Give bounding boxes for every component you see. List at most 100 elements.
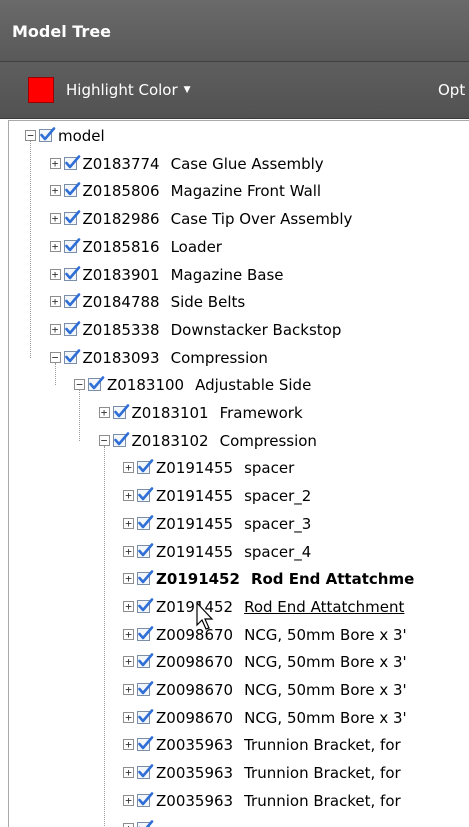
node-part-number: Z0185338 — [82, 320, 160, 339]
node-name: Rod End Attatchment — [244, 597, 405, 616]
node-part-number: Z0191452 — [156, 597, 234, 616]
expand-toggle-icon[interactable]: + — [49, 323, 61, 335]
expand-toggle-icon[interactable]: + — [123, 822, 134, 827]
visibility-checkbox-icon[interactable] — [63, 320, 81, 338]
visibility-checkbox-icon[interactable] — [136, 458, 154, 476]
expand-toggle-icon[interactable]: + — [123, 767, 134, 779]
node-name: Magazine Base — [170, 265, 284, 284]
visibility-checkbox-icon[interactable] — [136, 652, 154, 670]
tree-node-label: Z0098670 NCG, 50mm Bore x 3' — [156, 649, 407, 676]
tree-node-label: Z0035963 Trunnion Bracket, for — [156, 732, 401, 759]
expand-toggle-icon[interactable]: + — [123, 600, 134, 612]
visibility-checkbox-icon[interactable] — [63, 292, 81, 310]
visibility-checkbox-icon[interactable] — [136, 569, 154, 587]
visibility-checkbox-icon[interactable] — [63, 237, 81, 255]
expand-toggle-icon[interactable]: + — [123, 517, 134, 529]
tree-node-label: Z0035963 Trunnion Bracket, for — [156, 760, 401, 787]
highlight-color-label: Highlight Color — [66, 81, 178, 99]
tree-node-label: model — [58, 123, 105, 150]
expand-toggle-icon[interactable]: + — [123, 628, 134, 640]
expand-toggle-icon[interactable]: + — [49, 240, 61, 252]
tree-node-label: Z0191455 spacer_4 — [156, 539, 311, 566]
tree-node-label: Z0185816 Loader — [83, 234, 222, 261]
visibility-checkbox-icon[interactable] — [63, 265, 81, 283]
tree-node-label: Z0191452 Rod End Attatchme — [156, 566, 414, 593]
node-part-number: Z0184788 — [82, 293, 160, 312]
visibility-checkbox-icon[interactable] — [136, 486, 154, 504]
visibility-checkbox-icon[interactable] — [136, 708, 154, 726]
node-part-number: Z0183901 — [82, 265, 160, 284]
tree-node-label: Z0183101 Framework — [132, 400, 303, 427]
expand-toggle-icon[interactable]: + — [49, 213, 61, 225]
expand-toggle-icon[interactable]: + — [98, 407, 110, 418]
node-name: spacer — [244, 459, 295, 478]
tree-node-label: Z0182986 Case Tip Over Assembly — [83, 206, 353, 233]
model-tree-panel: Model Tree Highlight Color ▼ Opt − model +… — [0, 0, 469, 827]
collapse-toggle-icon[interactable]: − — [98, 434, 110, 446]
expand-toggle-icon[interactable]: + — [123, 573, 134, 585]
node-part-number: Z0035963 — [156, 736, 234, 755]
node-part-number: Z0183102 — [131, 431, 209, 450]
collapse-toggle-icon[interactable]: − — [74, 379, 85, 391]
visibility-checkbox-icon[interactable] — [63, 209, 81, 227]
node-name: Downstacker Backstop — [170, 320, 342, 339]
highlight-color-swatch — [28, 77, 54, 103]
node-name: Case Tip Over Assembly — [170, 210, 353, 229]
visibility-checkbox-icon[interactable] — [87, 375, 105, 393]
tree-node-label: Z0098670 NCG, 50mm Bore x 3' — [156, 622, 407, 649]
expand-toggle-icon[interactable]: + — [123, 462, 134, 474]
node-name: Trunnion Bracket, for — [244, 736, 401, 755]
node-name: NCG, 50mm Bore x 3' — [244, 681, 407, 699]
expand-toggle-icon[interactable]: + — [123, 656, 134, 668]
dropdown-arrow-icon: ▼ — [183, 85, 191, 95]
node-part-number: Z0185806 — [82, 182, 160, 201]
node-part-number: Z0035963 — [156, 791, 234, 810]
node-part-number: Z0191455 — [156, 514, 234, 533]
expand-toggle-icon[interactable]: + — [123, 684, 134, 695]
model-tree[interactable]: − model + Z0183774 Case Glue Assembly + Z01858… — [8, 120, 469, 827]
collapse-toggle-icon[interactable]: − — [25, 130, 36, 141]
panel-title: Model Tree — [12, 22, 112, 41]
expand-toggle-icon[interactable]: + — [123, 739, 134, 751]
visibility-checkbox-icon[interactable] — [136, 597, 154, 615]
visibility-checkbox-icon[interactable] — [38, 126, 56, 144]
visibility-checkbox-icon[interactable] — [112, 431, 130, 449]
visibility-checkbox-icon[interactable] — [136, 791, 154, 809]
options-button[interactable]: Opt — [438, 81, 465, 99]
node-part-number: Z0185816 — [82, 237, 160, 256]
node-name: Rod End Attatchme — [250, 570, 415, 589]
node-part-number: Z0183774 — [82, 154, 160, 173]
expand-toggle-icon[interactable]: + — [123, 711, 134, 723]
visibility-checkbox-icon[interactable] — [136, 763, 154, 781]
expand-toggle-icon[interactable]: + — [123, 794, 134, 806]
node-part-number: Z0191455 — [156, 487, 234, 506]
node-name: spacer_4 — [244, 542, 312, 561]
panel-toolbar: Highlight Color ▼ Opt — [0, 62, 469, 119]
expand-toggle-icon[interactable]: + — [49, 268, 61, 280]
tree-node-label: Z0183093 Compression — [83, 345, 268, 372]
expand-toggle-icon[interactable]: + — [49, 296, 61, 308]
node-part-number: Z0183100 — [107, 376, 185, 395]
node-name: Trunnion Bracket, for — [244, 791, 401, 810]
visibility-checkbox-icon[interactable] — [136, 680, 154, 698]
expand-toggle-icon[interactable]: + — [123, 545, 134, 557]
tree-node-label: Z0191455 spacer — [156, 455, 294, 482]
tree-node-label: Z0191455 spacer_2 — [156, 483, 311, 510]
expand-toggle-icon[interactable]: + — [123, 490, 134, 502]
tree-guide-line — [79, 390, 80, 441]
visibility-checkbox-icon[interactable] — [63, 154, 81, 172]
visibility-checkbox-icon[interactable] — [63, 181, 81, 199]
visibility-checkbox-icon[interactable] — [112, 403, 130, 421]
node-name: Case Glue Assembly — [170, 154, 324, 173]
expand-toggle-icon[interactable]: + — [49, 157, 61, 169]
visibility-checkbox-icon[interactable] — [136, 625, 154, 643]
visibility-checkbox-icon[interactable] — [136, 819, 154, 827]
tree-node-label: Z0098670 NCG, 50mm Bore x 3' — [156, 705, 407, 732]
visibility-checkbox-icon[interactable] — [136, 735, 154, 753]
visibility-checkbox-icon[interactable] — [136, 542, 154, 560]
collapse-toggle-icon[interactable]: − — [49, 351, 61, 363]
expand-toggle-icon[interactable]: + — [49, 185, 61, 197]
visibility-checkbox-icon[interactable] — [136, 514, 154, 532]
visibility-checkbox-icon[interactable] — [63, 348, 81, 366]
highlight-color-button[interactable]: Highlight Color ▼ — [28, 75, 191, 105]
